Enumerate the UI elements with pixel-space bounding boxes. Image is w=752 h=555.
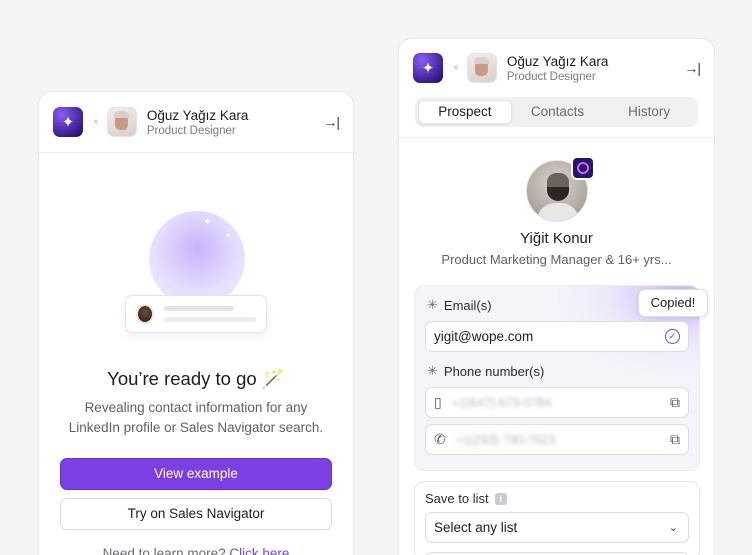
phone-value: +1(647) 673-0784 — [451, 395, 552, 410]
emails-label-text: Email(s) — [443, 297, 492, 313]
mobile-phone-icon: ▯ — [434, 394, 442, 410]
phones-label-text: Phone number(s) — [443, 363, 545, 379]
tab-prospect[interactable]: Prospect — [418, 100, 512, 124]
save-to-list-box: Save to list i Select any list ⌄ — [414, 481, 700, 555]
save-to-list-label: Save to list i — [425, 491, 507, 506]
phone-field-landline[interactable]: ✆ +1(293) 790-7623 ⧉ — [425, 424, 689, 455]
learn-more: Need to learn more? Click here — [39, 546, 353, 555]
prospect-profile: Yiğit Konur Product Marketing Manager & … — [399, 138, 714, 267]
save-label-text: Save to list — [425, 491, 489, 506]
left-panel: ✦ × Oğuz Yağız Kara Product Designer →| … — [38, 91, 354, 555]
prospect-title: Product Marketing Manager & 16+ yrs... — [441, 252, 672, 267]
copy-icon[interactable]: ⧉ — [670, 394, 680, 411]
try-sales-navigator-button[interactable]: Try on Sales Navigator — [60, 498, 332, 530]
linked-badge-icon — [571, 156, 595, 180]
profile-avatar-icon — [136, 304, 154, 324]
copied-tooltip: Copied! — [638, 289, 708, 317]
tab-history[interactable]: History — [603, 100, 695, 124]
ready-heading: You’re ready to go 🪄 — [107, 368, 285, 389]
email-field[interactable]: yigit@wope.com ✓ — [425, 321, 689, 352]
user-name: Oğuz Yağız Kara — [146, 107, 249, 123]
prospect-name: Yiğit Konur — [520, 230, 593, 247]
user-role: Product Designer — [146, 124, 236, 137]
collapse-panel-icon[interactable]: →| — [684, 60, 701, 76]
sparkle-icon: ✦ — [203, 216, 213, 228]
ready-description: Revealing contact information for any Li… — [68, 400, 324, 435]
chevron-down-icon: ⌄ — [668, 522, 678, 534]
list-select[interactable]: Select any list ⌄ — [425, 512, 689, 543]
phone-field-mobile[interactable]: ▯ +1(647) 673-0784 ⧉ — [425, 387, 689, 418]
check-icon[interactable]: ✓ — [665, 329, 680, 344]
phone-value: +1(293) 790-7623 — [455, 432, 556, 447]
sparkle-icon: ✳ — [427, 297, 438, 312]
view-example-button[interactable]: View example — [60, 458, 332, 490]
wizard-logo-icon: ✦ — [413, 53, 443, 83]
copy-icon[interactable]: ⧉ — [670, 431, 680, 448]
learn-more-text: Need to learn more? — [102, 546, 226, 555]
phone-icon: ✆ — [434, 431, 446, 447]
tab-contacts[interactable]: Contacts — [512, 100, 604, 124]
info-icon[interactable]: i — [494, 492, 507, 505]
user-avatar — [466, 53, 497, 83]
user-name: Oğuz Yağız Kara — [506, 53, 609, 69]
sparkle-icon: ✦ — [225, 231, 232, 240]
tab-bar: Prospect Contacts History — [415, 97, 698, 127]
glow-circle — [149, 211, 245, 307]
separator-icon: × — [453, 62, 459, 74]
user-role: Product Designer — [506, 70, 596, 83]
emails-label: ✳ Email(s) — [427, 297, 492, 313]
user-avatar — [106, 107, 137, 137]
list-select-value: Select any list — [434, 520, 518, 535]
click-here-link[interactable]: Click here — [229, 546, 289, 555]
phones-label: ✳ Phone number(s) — [427, 363, 544, 379]
panel-header: ✦ × Oğuz Yağız Kara Product Designer →| — [39, 92, 353, 152]
sparkle-icon: ✳ — [427, 363, 438, 378]
wizard-logo-icon: ✦ — [53, 107, 83, 137]
separator-icon: × — [93, 116, 99, 128]
profile-card-illustration — [125, 295, 267, 333]
email-value: yigit@wope.com — [434, 329, 534, 344]
collapse-panel-icon[interactable]: →| — [323, 114, 340, 130]
panel-header: ✦ × Oğuz Yağız Kara Product Designer →| — [399, 39, 714, 97]
